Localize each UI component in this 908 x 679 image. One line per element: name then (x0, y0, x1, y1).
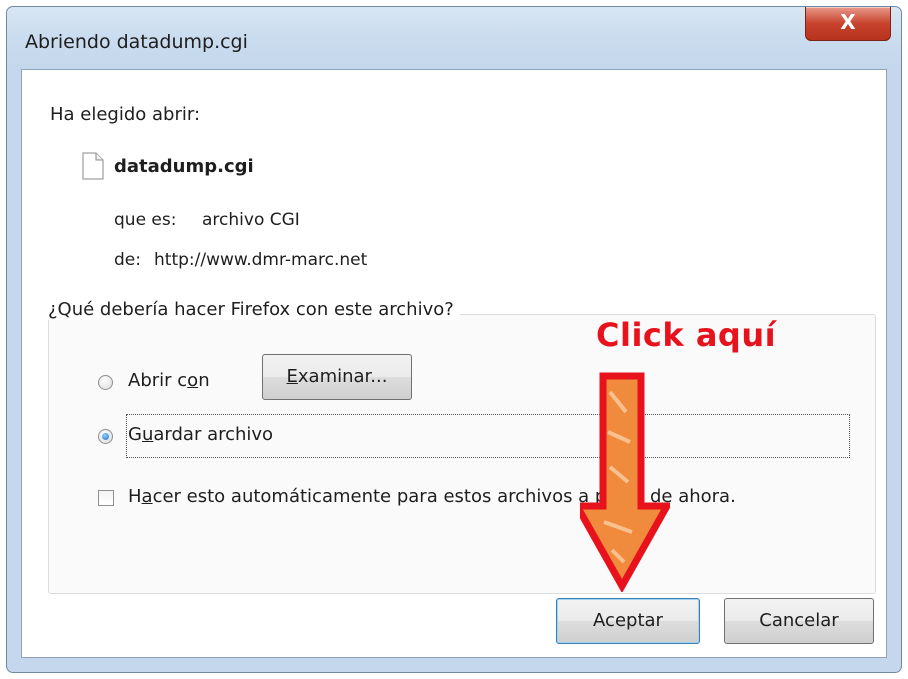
down-arrow-icon (571, 372, 673, 596)
dialog-content: Ha elegido abrir: datadump.cgi que es: a… (21, 69, 887, 658)
close-button[interactable]: X (805, 7, 891, 41)
from-label: de: (114, 250, 141, 270)
type-label: que es: (114, 210, 177, 230)
ok-button[interactable]: Aceptar (556, 598, 700, 644)
open-with-label[interactable]: Abrir con (128, 370, 210, 391)
type-value: archivo CGI (202, 210, 300, 230)
from-value: http://www.dmr-marc.net (154, 250, 368, 270)
title-bar: Abriendo datadump.cgi X (7, 7, 901, 69)
save-file-radio[interactable] (98, 429, 113, 444)
close-icon: X (840, 10, 856, 34)
open-with-radio[interactable] (98, 375, 113, 390)
browse-button[interactable]: Examinar... (262, 354, 412, 400)
annotation-click-here: Click aquí (596, 316, 777, 354)
cancel-button[interactable]: Cancelar (724, 598, 874, 644)
window-title: Abriendo datadump.cgi (25, 31, 248, 53)
file-name: datadump.cgi (114, 156, 254, 177)
save-file-label[interactable]: Guardar archivo (128, 424, 273, 445)
auto-action-checkbox[interactable] (98, 490, 114, 506)
action-question: ¿Qué debería hacer Firefox con este arch… (42, 299, 460, 320)
radio-selected-dot (102, 433, 109, 440)
intro-label: Ha elegido abrir: (50, 104, 201, 125)
file-icon (82, 152, 104, 184)
